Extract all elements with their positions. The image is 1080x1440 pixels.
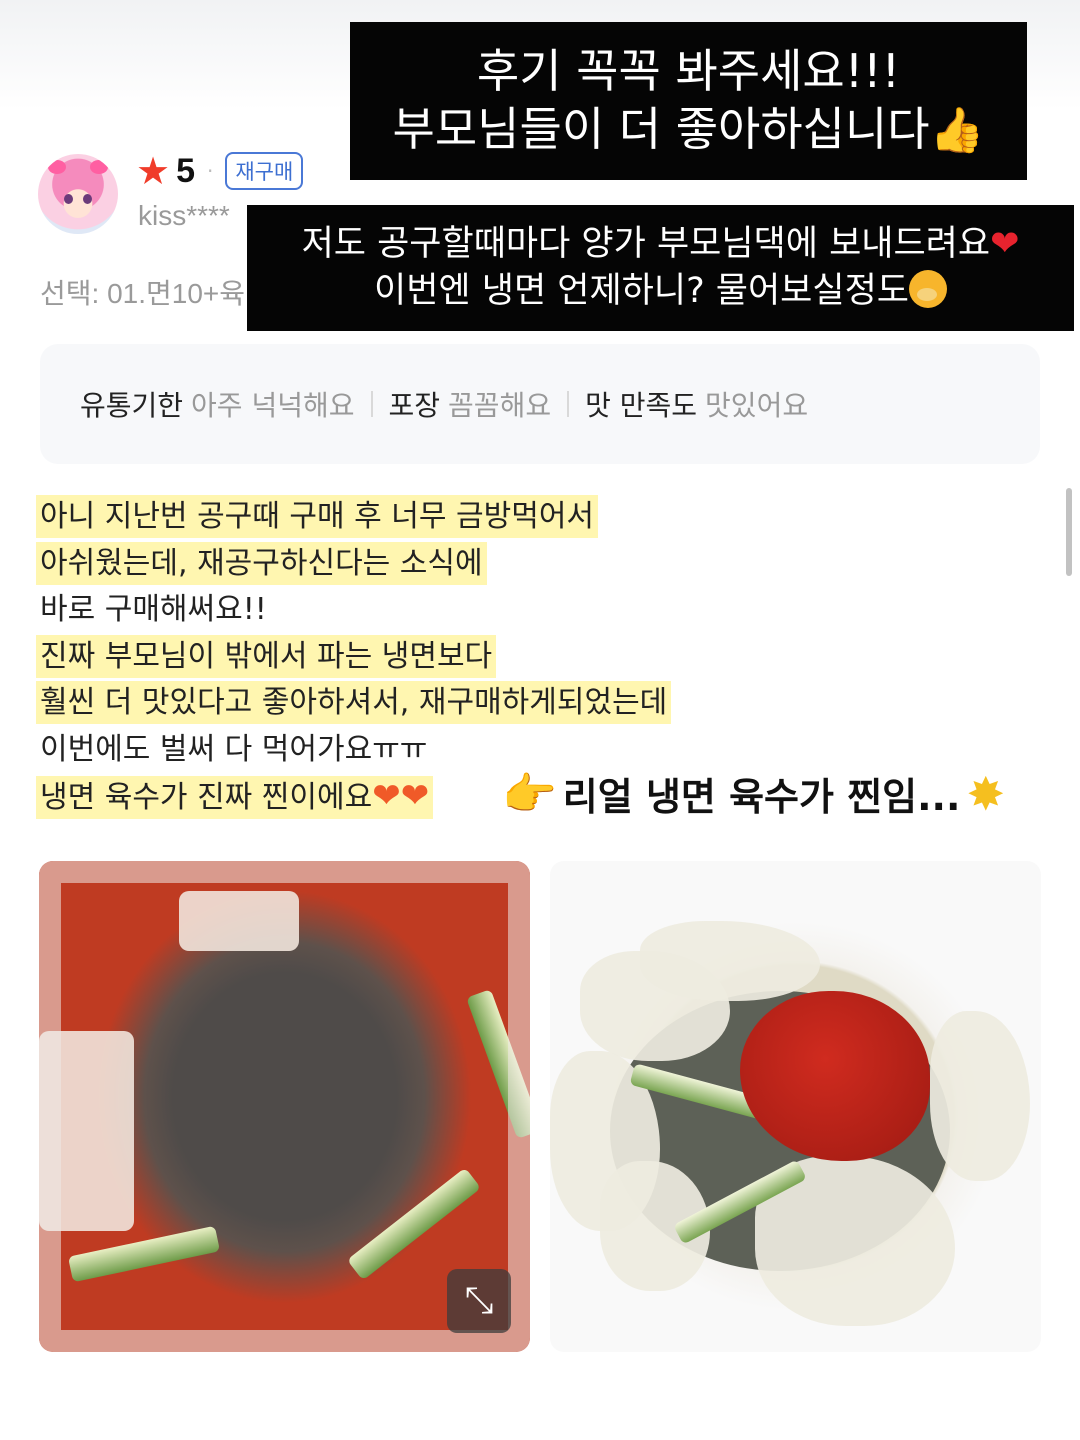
review-line-text: 아니 지난번 공구때 구매 후 너무 금방먹어서 [40,499,595,534]
heart-icon: ❤❤ [372,776,430,816]
review-line: 진짜 부모님이 밖에서 파는 냉면보다 [40,634,667,681]
caption-overlay-middle: 저도 공구할때마다 양가 부모님댁에 보내드려요❤ 이번엔 냉면 언제하니? 물… [247,205,1074,331]
review-line-text: 바로 구매해써요!! [40,592,267,627]
review-line-text: 훨씬 더 맛있다고 좋아하셔서, 재구매하게되었는데 [40,685,668,720]
expand-button[interactable]: ⤡ [447,1269,511,1333]
avatar-bow-right [90,160,108,174]
review-line-text: 진짜 부모님이 밖에서 파는 냉면보다 [40,638,493,674]
pear-slice [930,1011,1030,1181]
review-line-text: 냉면 육수가 진짜 찐이에요 [40,780,373,815]
caption-top-line-2: 부모님들이 더 좋아하십니다 [392,102,930,156]
caption-mid-line-1: 저도 공구할때마다 양가 부모님댁에 보내드려요 [301,224,991,264]
avatar-eye-left [64,194,73,204]
star-icon: ★ [136,149,171,193]
review-line: 아니 지난번 공구때 구매 후 너무 금방먹어서 [40,494,667,541]
review-line: 바로 구매해써요!! [40,587,667,634]
tag-key-packaging: 포장 [388,389,441,422]
selected-option: 선택: 01.면10+육 [40,278,246,309]
caption-top-line-2-wrap: 부모님들이 더 좋아하십니다👍 [393,100,985,160]
review-tag-summary: 유통기한 아주 넉넉해요 포장 꼼꼼해요 맛 만족도 맛있어요 [40,344,1040,464]
annotation-caption: 👉 리얼 냉면 육수가 찐임... ✸ [502,766,1005,821]
review-line: 아쉬웠는데, 재공구하신다는 소식에 [40,541,667,588]
caption-top-line-1: 후기 꼭꼭 봐주세요!!! [476,44,901,98]
pear-slice [640,921,820,1001]
thumbs-up-icon: 👍 [929,105,985,156]
glowing-star-icon: ✸ [966,766,1005,821]
pointing-hand-icon: 👉 [502,768,557,820]
separator-dot: · [207,159,214,183]
heart-icon: ❤ [990,224,1020,264]
tag-value-packaging: 꼼꼼해요 [448,389,552,422]
tag-divider [370,391,373,417]
avatar[interactable] [38,154,118,234]
rebuy-badge: 재구매 [225,152,304,190]
annotation-text: 리얼 냉면 육수가 찐임... [562,775,961,819]
review-photo-2[interactable] [550,861,1041,1352]
tag-key-expiry: 유통기한 [80,389,184,422]
scrollbar[interactable] [1066,488,1072,576]
avatar-bow-left [48,160,66,174]
caption-overlay-top: 후기 꼭꼭 봐주세요!!! 부모님들이 더 좋아하십니다👍 [350,22,1027,180]
tag-divider [567,391,570,417]
shy-face-icon [908,270,947,308]
review-photo-1[interactable]: ⤡ [39,861,530,1352]
review-line-text: 이번에도 벌써 다 먹어가요ㅠㅠ [40,731,428,767]
review-line: 훨씬 더 맛있다고 좋아하셔서, 재구매하게되었는데 [40,680,668,727]
tag-value-taste: 맛있어요 [705,389,809,422]
review-line-text: 아쉬웠는데, 재공구하신다는 소식에 [40,545,483,581]
rating-row: ★ 5 · 재구매 [136,149,304,193]
caption-mid-line-1-wrap: 저도 공구할때마다 양가 부모님댁에 보내드려요❤ [302,221,1020,268]
tag-key-taste: 맛 만족도 [585,389,698,422]
caption-mid-line-2: 이번엔 냉면 언제하니? 물어보실정도 [374,271,909,311]
reviewer-username: kiss**** [138,200,230,231]
rating-score: 5 [176,151,195,190]
caption-mid-line-2-wrap: 이번엔 냉면 언제하니? 물어보실정도 [374,268,947,315]
review-line-highlight: 냉면 육수가 진짜 찐이에요❤❤ [40,776,430,816]
tag-value-expiry: 아주 넉넉해요 [191,389,355,422]
avatar-eye-right [83,194,92,204]
expand-icon: ⤡ [464,1280,494,1321]
